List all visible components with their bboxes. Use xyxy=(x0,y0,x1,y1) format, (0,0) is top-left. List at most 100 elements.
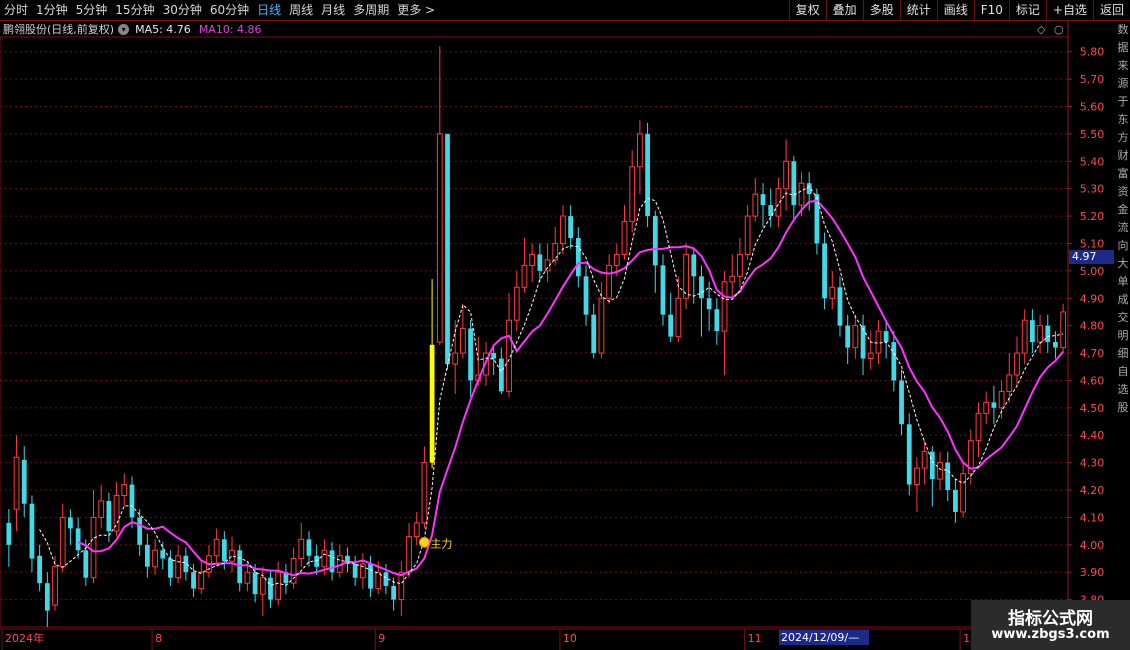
side-panel-glyph: 数 xyxy=(1117,23,1129,36)
candle-body xyxy=(845,325,851,348)
candle-body xyxy=(721,281,728,332)
candle-body xyxy=(606,264,612,299)
y-tick-label: 4.50 xyxy=(1080,402,1105,415)
candle-body xyxy=(383,572,389,586)
candle-body xyxy=(37,555,43,584)
candle-body xyxy=(1045,325,1051,343)
candle-body xyxy=(568,216,574,238)
period-tab-8[interactable]: 月线 xyxy=(317,0,349,20)
candle-body xyxy=(929,451,935,480)
side-panel-glyph: 于 xyxy=(1117,95,1129,108)
candle-body xyxy=(98,500,105,518)
action-button-4[interactable]: 画线 xyxy=(936,0,974,20)
candle-body xyxy=(629,166,636,223)
action-button-0[interactable]: 复权 xyxy=(788,0,826,20)
candle-body xyxy=(398,571,405,601)
candle-body xyxy=(59,516,66,568)
right-side-panel[interactable]: 数据来源于东方财富资金流向大单成交明细自选股 xyxy=(1116,21,1130,627)
current-price-tag: 4.97 xyxy=(1069,250,1114,264)
candle-body xyxy=(975,412,982,442)
action-button-5[interactable]: F10 xyxy=(973,0,1009,20)
y-tick-label: 4.80 xyxy=(1080,320,1105,333)
candle-body xyxy=(891,342,897,381)
candle-body xyxy=(90,516,97,579)
candle-body xyxy=(113,495,120,532)
candle-body xyxy=(314,555,320,567)
candle-body xyxy=(445,133,450,365)
y-tick-label: 5.70 xyxy=(1080,73,1105,86)
side-panel-glyph: 单 xyxy=(1117,275,1129,288)
candle-body xyxy=(221,539,227,562)
period-tab-4[interactable]: 30分钟 xyxy=(159,0,206,20)
watermark-url: www.zbgs3.com xyxy=(991,627,1110,642)
side-panel-glyph: 财 xyxy=(1117,149,1129,162)
candle-body xyxy=(44,583,50,611)
plot-frame xyxy=(0,36,1069,628)
candle-body xyxy=(883,331,889,343)
indicator-infobar: 鹏翎股份(日线,前复权) ▾ MA5: 4.76 MA10: 4.86 xyxy=(0,21,262,37)
side-panel-glyph: 方 xyxy=(1117,131,1129,144)
candle-body xyxy=(513,286,520,321)
side-panel-glyph: 股 xyxy=(1117,401,1129,414)
candle-body xyxy=(21,459,27,504)
candle-body xyxy=(1014,352,1020,376)
y-tick-label: 3.90 xyxy=(1080,566,1105,579)
period-tab-2[interactable]: 5分钟 xyxy=(72,0,112,20)
candle-body xyxy=(13,456,20,510)
marker-label: 主力 xyxy=(430,537,452,550)
action-button-6[interactable]: 标记 xyxy=(1008,0,1046,20)
date-axis xyxy=(0,629,1130,650)
candle-body xyxy=(521,264,528,288)
cursor-date-tag: 2024/12/09/— xyxy=(779,630,869,645)
period-tab-6[interactable]: 日线 xyxy=(253,0,285,20)
period-tab-3[interactable]: 15分钟 xyxy=(111,0,158,20)
top-toolbar: 分时 1分钟 5分钟 15分钟 30分钟 60分钟 日线 周线 月线 多周期 更多 > 复权 叠加 多股… xyxy=(0,0,1130,21)
candle-body xyxy=(83,550,89,578)
period-tab-0[interactable]: 分时 xyxy=(0,0,32,20)
kline-chart[interactable]: 3.803.904.004.104.204.304.404.504.604.70… xyxy=(0,0,1130,650)
period-tab-10[interactable]: 更多 > xyxy=(393,0,439,20)
y-tick-label: 5.50 xyxy=(1080,128,1105,141)
chevron-down-icon[interactable]: ▾ xyxy=(118,23,130,35)
candle-body xyxy=(368,563,373,589)
candle-body xyxy=(729,275,736,283)
period-tab-1[interactable]: 1分钟 xyxy=(32,0,72,20)
action-button-3[interactable]: 统计 xyxy=(899,0,937,20)
action-button-8[interactable]: 返回 xyxy=(1092,0,1130,20)
side-panel-glyph: 自 xyxy=(1117,365,1129,378)
action-button-2[interactable]: 多股 xyxy=(862,0,900,20)
period-tab-5[interactable]: 60分钟 xyxy=(206,0,253,20)
circle-icon[interactable]: ○ xyxy=(1054,23,1064,36)
candle-body xyxy=(468,328,473,381)
candle-body xyxy=(406,536,412,573)
candle-body xyxy=(867,352,874,360)
candle-body xyxy=(237,550,243,584)
watermark: 指标公式网 www.zbgs3.com xyxy=(971,600,1130,650)
action-button-7[interactable]: +自选 xyxy=(1045,0,1093,20)
watermark-title: 指标公式网 xyxy=(1008,609,1093,629)
y-tick-label: 5.80 xyxy=(1080,46,1105,59)
y-tick-label: 5.10 xyxy=(1080,237,1105,250)
candle-body xyxy=(899,380,904,425)
candle-body xyxy=(675,297,682,338)
diamond-icon[interactable]: ◇ xyxy=(1037,23,1045,36)
period-tab-7[interactable]: 周线 xyxy=(285,0,317,20)
candle-body xyxy=(852,325,859,349)
candle-body xyxy=(645,133,650,217)
candle-body xyxy=(421,462,428,524)
candle-body xyxy=(914,467,920,486)
candle-body xyxy=(529,253,536,266)
action-button-1[interactable]: 叠加 xyxy=(825,0,863,20)
candle-body xyxy=(991,402,997,408)
side-panel-glyph: 成 xyxy=(1117,293,1129,306)
action-buttons: 复权 叠加 多股 统计 画线 F10 标记 +自选 返回 xyxy=(788,0,1130,20)
candle-body xyxy=(498,358,504,392)
period-tab-9[interactable]: 多周期 xyxy=(349,0,393,20)
candle-body xyxy=(798,182,805,206)
candle-body xyxy=(906,424,912,485)
candle-body xyxy=(822,243,827,299)
candle-body xyxy=(160,550,166,559)
candle-body xyxy=(321,549,328,568)
candle-body xyxy=(75,528,81,551)
candle-body xyxy=(560,215,566,244)
